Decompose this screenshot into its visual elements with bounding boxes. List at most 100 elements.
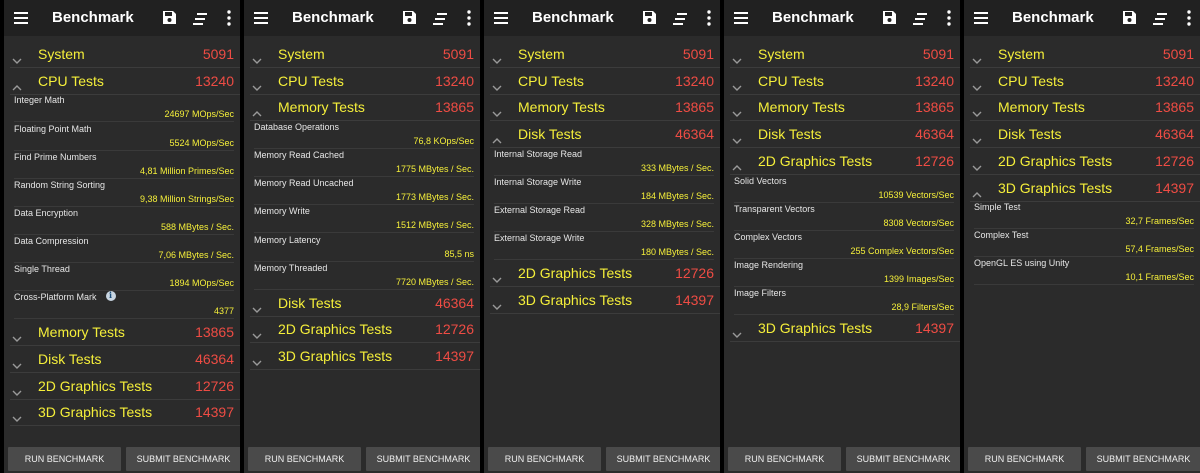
category-row-cpu-tests[interactable]: CPU Tests 13240 xyxy=(10,68,240,95)
category-name: 3D Graphics Tests xyxy=(518,291,633,308)
test-name: Single Thread xyxy=(14,264,70,274)
category-row-system[interactable]: System 5091 xyxy=(730,41,960,68)
run-benchmark-button[interactable]: RUN BENCHMARK xyxy=(488,447,601,471)
category-row-3d-graphics-tests[interactable]: 3D Graphics Tests 14397 xyxy=(970,175,1200,202)
category-row-disk-tests[interactable]: Disk Tests 46364 xyxy=(250,290,480,317)
chevron-down-icon xyxy=(252,85,262,91)
category-name: 3D Graphics Tests xyxy=(998,179,1113,196)
collapse-chevron xyxy=(492,131,502,144)
category-name: Memory Tests xyxy=(278,99,365,116)
sort-icon[interactable] xyxy=(193,12,207,25)
benchmark-list: System 5091 CPU Tests 13240 Memory Tests 1386… xyxy=(484,41,720,439)
app-bar: Benchmark xyxy=(964,0,1200,36)
category-row-system[interactable]: System 5091 xyxy=(970,41,1200,68)
test-value: 9,38 Million Strings/Sec xyxy=(139,193,234,204)
menu-line xyxy=(254,22,268,24)
category-score: 13240 xyxy=(435,72,474,89)
category-row-system[interactable]: System 5091 xyxy=(10,41,240,68)
test-result-row: Memory Write 1512 MBytes / Sec. xyxy=(254,205,474,234)
menu-line xyxy=(494,12,508,14)
category-row-memory-tests[interactable]: Memory Tests 13865 xyxy=(970,94,1200,122)
test-value: 1773 MBytes / Sec. xyxy=(395,192,474,203)
submit-benchmark-button[interactable]: SUBMIT BENCHMARK xyxy=(846,447,960,471)
category-row-system[interactable]: System 5091 xyxy=(490,41,720,68)
submit-benchmark-button[interactable]: SUBMIT BENCHMARK xyxy=(126,447,240,471)
hamburger-menu-icon[interactable] xyxy=(734,12,748,24)
test-result-row: Data Compression 7,06 MBytes / Sec. xyxy=(14,235,234,263)
more-vert-icon[interactable] xyxy=(946,10,952,26)
category-row-memory-tests[interactable]: Memory Tests 13865 xyxy=(250,94,480,122)
test-value: 7720 MBytes / Sec. xyxy=(395,276,474,287)
hamburger-menu-icon[interactable] xyxy=(254,12,268,24)
more-vert-icon[interactable] xyxy=(1186,10,1192,26)
menu-line xyxy=(494,22,508,24)
test-value: 4,81 Million Primes/Sec xyxy=(139,165,234,176)
category-name: 2D Graphics Tests xyxy=(758,152,873,169)
category-row-cpu-tests[interactable]: CPU Tests 13240 xyxy=(490,68,720,95)
category-row-disk-tests[interactable]: Disk Tests 46364 xyxy=(730,121,960,149)
menu-line xyxy=(14,17,28,19)
sort-icon[interactable] xyxy=(913,12,927,25)
sort-icon[interactable] xyxy=(1153,12,1167,25)
test-result-row: Memory Latency 85,5 ns xyxy=(254,234,474,262)
category-row-cpu-tests[interactable]: CPU Tests 13240 xyxy=(250,68,480,95)
category-row-cpu-tests[interactable]: CPU Tests 13240 xyxy=(970,68,1200,95)
category-row-2d-graphics-tests[interactable]: 2D Graphics Tests 12726 xyxy=(730,148,960,175)
hamburger-menu-icon[interactable] xyxy=(14,12,28,24)
category-row-disk-tests[interactable]: Disk Tests 46364 xyxy=(10,346,240,373)
more-vert-icon[interactable] xyxy=(466,10,472,26)
category-row-disk-tests[interactable]: Disk Tests 46364 xyxy=(490,121,720,149)
test-value: 7,06 MBytes / Sec. xyxy=(158,249,234,260)
category-row-3d-graphics-tests[interactable]: 3D Graphics Tests 14397 xyxy=(490,287,720,314)
more-vert-icon[interactable] xyxy=(706,10,712,26)
category-row-system[interactable]: System 5091 xyxy=(250,41,480,68)
category-name: 3D Graphics Tests xyxy=(38,404,153,421)
category-score: 13865 xyxy=(1155,99,1194,116)
hamburger-menu-icon[interactable] xyxy=(974,12,988,24)
sort-glyph xyxy=(433,13,447,25)
more-vert-icon[interactable] xyxy=(226,10,232,26)
chevron-down-icon xyxy=(972,165,982,171)
save-icon[interactable] xyxy=(1122,10,1137,25)
category-row-2d-graphics-tests[interactable]: 2D Graphics Tests 12726 xyxy=(10,373,240,400)
category-row-3d-graphics-tests[interactable]: 3D Graphics Tests 14397 xyxy=(10,399,240,427)
test-result-row: External Storage Write 180 MBytes / Sec. xyxy=(494,232,714,261)
chevron-down-icon xyxy=(252,360,262,367)
test-value: 57,4 Frames/Sec xyxy=(1125,244,1194,255)
category-row-2d-graphics-tests[interactable]: 2D Graphics Tests 12726 xyxy=(250,316,480,344)
category-score: 5091 xyxy=(922,46,954,62)
test-name: Simple Test xyxy=(974,202,1021,213)
sort-icon[interactable] xyxy=(673,12,687,25)
info-icon[interactable] xyxy=(106,290,116,302)
category-row-cpu-tests[interactable]: CPU Tests 13240 xyxy=(730,68,960,95)
test-value: 4377 xyxy=(213,306,234,317)
test-value: 588 MBytes / Sec. xyxy=(160,221,234,232)
category-row-2d-graphics-tests[interactable]: 2D Graphics Tests 12726 xyxy=(490,260,720,288)
run-benchmark-button[interactable]: RUN BENCHMARK xyxy=(8,447,121,471)
sort-icon[interactable] xyxy=(433,12,447,25)
chevron-down-icon xyxy=(732,138,742,145)
category-row-memory-tests[interactable]: Memory Tests 13865 xyxy=(730,94,960,122)
category-row-disk-tests[interactable]: Disk Tests 46364 xyxy=(970,121,1200,149)
category-row-memory-tests[interactable]: Memory Tests 13865 xyxy=(490,94,720,122)
category-row-memory-tests[interactable]: Memory Tests 13865 xyxy=(10,319,240,347)
save-icon[interactable] xyxy=(402,10,417,25)
category-row-3d-graphics-tests[interactable]: 3D Graphics Tests 14397 xyxy=(730,315,960,342)
run-benchmark-button[interactable]: RUN BENCHMARK xyxy=(968,447,1081,471)
save-icon[interactable] xyxy=(162,10,177,25)
run-benchmark-button[interactable]: RUN BENCHMARK xyxy=(728,447,841,471)
save-glyph xyxy=(883,11,896,24)
submit-benchmark-button[interactable]: SUBMIT BENCHMARK xyxy=(366,447,480,471)
submit-benchmark-button[interactable]: SUBMIT BENCHMARK xyxy=(606,447,720,471)
test-name: Integer Math xyxy=(14,95,65,106)
save-icon[interactable] xyxy=(642,10,657,25)
chevron-down-icon xyxy=(492,85,502,91)
submit-benchmark-button[interactable]: SUBMIT BENCHMARK xyxy=(1086,447,1200,471)
save-icon[interactable] xyxy=(882,10,897,25)
category-row-3d-graphics-tests[interactable]: 3D Graphics Tests 14397 xyxy=(250,343,480,371)
category-name: 2D Graphics Tests xyxy=(518,265,633,282)
hamburger-menu-icon[interactable] xyxy=(494,12,508,24)
test-result-row: Internal Storage Read 333 MBytes / Sec. xyxy=(494,148,714,176)
run-benchmark-button[interactable]: RUN BENCHMARK xyxy=(248,447,361,471)
category-row-2d-graphics-tests[interactable]: 2D Graphics Tests 12726 xyxy=(970,148,1200,175)
